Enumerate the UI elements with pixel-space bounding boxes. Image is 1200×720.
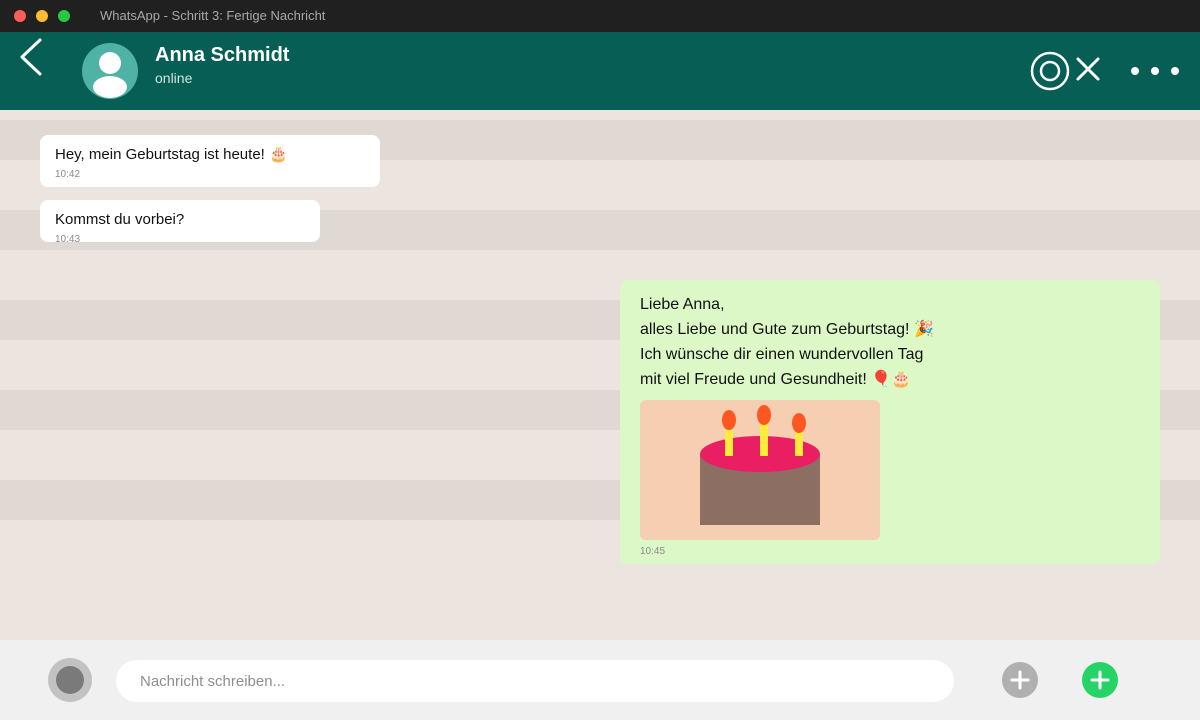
message-line: mit viel Freude und Gesundheit! 🎈🎂 [640, 371, 912, 388]
contact-name[interactable]: Anna Schmidt [155, 44, 289, 66]
chat-header: Anna Schmidt online [0, 32, 1200, 110]
more-dots-icon [1131, 67, 1179, 75]
attach-button[interactable] [1002, 662, 1038, 698]
avatar[interactable] [82, 43, 138, 99]
close-icon [1076, 57, 1100, 81]
message-time: 10:45 [640, 546, 666, 557]
incoming-message[interactable]: Hey, mein Geburtstag ist heute! 🎂 10:42 [40, 135, 380, 187]
incoming-message[interactable]: Kommst du vorbei? 10:43 [40, 200, 320, 245]
emoji-button[interactable] [48, 658, 92, 702]
title-bar: WhatsApp - Schritt 3: Fertige Nachricht [0, 0, 1200, 32]
minimize-window-button[interactable] [36, 10, 48, 22]
person-icon [93, 52, 127, 98]
chevron-left-icon [20, 38, 42, 76]
close-window-button[interactable] [14, 10, 26, 22]
back-button[interactable] [14, 36, 50, 78]
plus-icon [1090, 670, 1110, 690]
send-button[interactable] [1082, 662, 1118, 698]
chat-background [0, 560, 1200, 640]
message-time: 10:42 [55, 169, 81, 180]
contact-status: online [155, 70, 193, 86]
birthday-cake-image[interactable] [640, 400, 880, 540]
more-options-button[interactable] [1126, 60, 1186, 82]
window-title: WhatsApp - Schritt 3: Fertige Nachricht [100, 8, 326, 23]
message-time: 10:43 [55, 234, 81, 245]
message-line: Liebe Anna, [640, 296, 725, 313]
plus-icon [1010, 670, 1030, 690]
message-text: Kommst du vorbei? [55, 211, 185, 228]
record-circle-icon [1030, 51, 1070, 91]
birthday-cake-icon [700, 405, 820, 525]
message-text: Hey, mein Geburtstag ist heute! 🎂 [55, 146, 288, 163]
maximize-window-button[interactable] [58, 10, 70, 22]
close-chat-button[interactable] [1074, 55, 1102, 83]
chat-area: Hey, mein Geburtstag ist heute! 🎂 10:42 … [0, 110, 1200, 640]
message-input[interactable] [116, 660, 954, 702]
message-line: alles Liebe und Gute zum Geburtstag! 🎉 [640, 321, 934, 338]
whatsapp-window: WhatsApp - Schritt 3: Fertige Nachricht … [0, 0, 1200, 720]
composer-bar [0, 640, 1200, 720]
record-button[interactable] [1030, 51, 1070, 91]
outgoing-message[interactable]: Liebe Anna, alles Liebe und Gute zum Geb… [620, 280, 1160, 564]
message-line: Ich wünsche dir einen wundervollen Tag [640, 346, 924, 363]
